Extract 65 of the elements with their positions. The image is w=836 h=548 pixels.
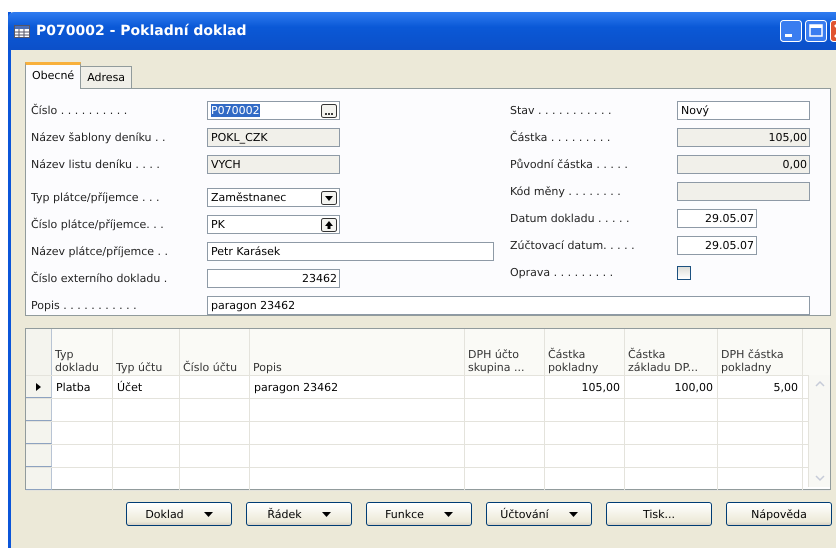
field-label: Číslo . . . . . . . . . .: [31, 104, 128, 117]
table-cell: Účet: [113, 376, 180, 398]
input-field[interactable]: P070002: [207, 101, 340, 120]
column-header[interactable]: Popis: [250, 329, 465, 375]
column-header[interactable]: Částka pokladny: [545, 329, 625, 375]
input-field[interactable]: 0,00: [677, 155, 810, 174]
column-header[interactable]: DPH částka pokladny: [718, 329, 803, 375]
field-label: Název šablony deníku . .: [31, 131, 167, 144]
table-cell: paragon 23462: [250, 376, 465, 398]
current-row-icon: [36, 382, 41, 390]
caret-icon: [322, 512, 331, 516]
column-header[interactable]: DPH účto skupina ...: [465, 329, 545, 375]
table-cell: 5,00: [718, 376, 803, 398]
field-label: Typ plátce/příjemce . . .: [31, 191, 161, 204]
window-title: P070002 - Pokladní doklad: [36, 23, 248, 39]
action-button[interactable]: Tisk...: [606, 502, 712, 526]
column-header[interactable]: Částka základu DP...: [625, 329, 718, 375]
row-header[interactable]: [26, 376, 52, 398]
table-cell: 100,00: [625, 376, 718, 398]
column-header[interactable]: Typ dokladu: [52, 329, 113, 375]
input-field[interactable]: Zaměstnanec: [207, 188, 340, 207]
table-icon: [14, 24, 30, 38]
checkbox[interactable]: [677, 266, 691, 280]
field-label: Stav . . . . . . . . . . .: [510, 104, 612, 117]
input-field[interactable]: Petr Karásek: [207, 242, 494, 261]
caret-icon: [444, 512, 453, 516]
input-field[interactable]: PK: [207, 215, 340, 234]
input-field[interactable]: Nový: [677, 101, 810, 120]
tab[interactable]: Adresa: [80, 66, 132, 88]
field-label: Datum dokladu . . . . .: [510, 212, 631, 225]
field-label: Oprava . . . . . . . . .: [510, 266, 614, 279]
lookup-button[interactable]: [321, 218, 337, 232]
action-button[interactable]: Účtování: [486, 502, 592, 526]
column-header[interactable]: Typ účtu: [113, 329, 180, 375]
action-button[interactable]: Nápověda: [726, 502, 832, 526]
input-field[interactable]: VYCH: [207, 155, 340, 174]
table-cell: 105,00: [545, 376, 625, 398]
field-label: Číslo externího dokladu .: [31, 272, 168, 285]
input-field[interactable]: POKL_CZK: [207, 128, 340, 147]
field-label: Popis . . . . . . . . . . .: [31, 299, 138, 312]
input-field[interactable]: 105,00: [677, 128, 810, 147]
field-label: Původní částka . . . . .: [510, 158, 629, 171]
table-cell: Platba: [52, 376, 113, 398]
field-label: Zúčtovací datum. . . . .: [510, 239, 636, 252]
column-header[interactable]: Číslo účtu: [180, 329, 250, 375]
input-field[interactable]: [677, 182, 810, 201]
maximize-button[interactable]: [805, 20, 827, 42]
caret-icon: [568, 512, 578, 516]
action-button[interactable]: Řádek: [246, 502, 352, 526]
dropdown-button[interactable]: [321, 190, 337, 204]
minimize-button[interactable]: [780, 20, 802, 42]
action-button[interactable]: Funkce: [366, 502, 472, 526]
tab[interactable]: Obecné: [25, 62, 82, 89]
field-label: Částka . . . . . . . . .: [510, 131, 612, 144]
field-label: Název listu deníku . . . .: [31, 158, 161, 171]
input-field[interactable]: 29.05.07: [677, 209, 757, 228]
input-field[interactable]: 23462: [207, 269, 340, 288]
field-label: Kód měny . . . . . . . .: [510, 185, 622, 198]
field-label: Číslo plátce/příjemce. . .: [31, 218, 165, 231]
input-field[interactable]: 29.05.07: [677, 236, 757, 255]
input-field[interactable]: paragon 23462: [207, 296, 810, 315]
action-button[interactable]: Doklad: [126, 502, 232, 526]
ellipsis-button[interactable]: [321, 104, 337, 118]
caret-icon: [204, 512, 213, 516]
field-label: Název plátce/příjemce . .: [31, 245, 170, 258]
